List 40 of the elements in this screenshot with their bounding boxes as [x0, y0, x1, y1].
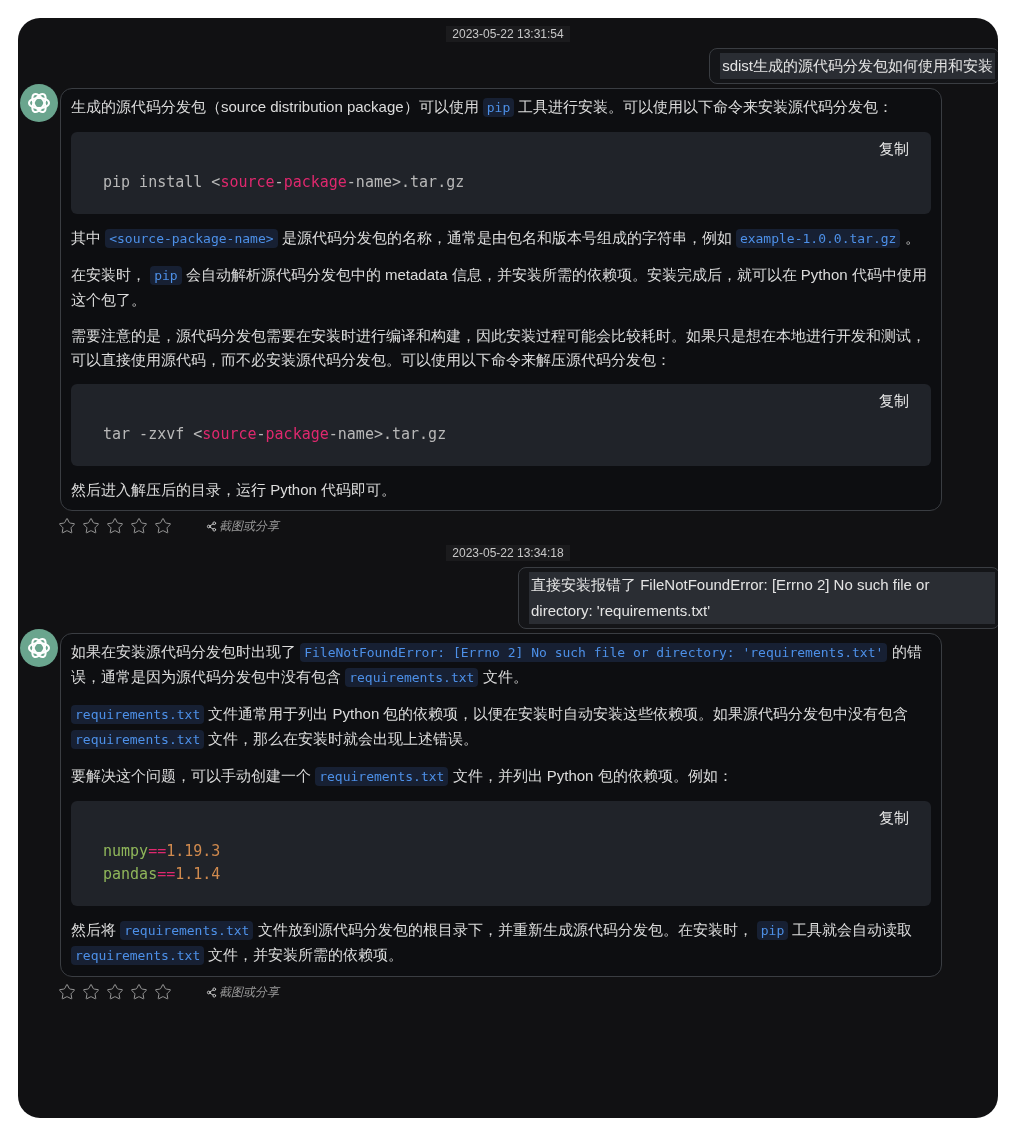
star-icon[interactable]: [106, 983, 124, 1001]
star-icon[interactable]: [58, 983, 76, 1001]
message-paragraph: 生成的源代码分发包（source distribution package）可以使用 pip 工具进行安装。可以使用以下命令来安装源代码分发包：: [71, 97, 895, 119]
star-icon[interactable]: [130, 517, 148, 535]
user-message-text: sdist生成的源代码分发包如何使用和安装: [720, 53, 995, 79]
star-icon[interactable]: [82, 517, 100, 535]
star-icon[interactable]: [154, 517, 172, 535]
assistant-avatar-icon: [20, 629, 58, 667]
share-link[interactable]: 截图或分享: [206, 517, 279, 535]
code-line: pandas==1.1.4: [103, 864, 222, 885]
timestamp: 2023-05-22 13:34:18: [446, 545, 570, 561]
user-message-text: 直接安装报错了 FileNotFoundError: [Errno 2] No such file or directory: 'requirements.txt': [529, 572, 995, 624]
share-icon: [206, 520, 217, 532]
copy-button[interactable]: 复制: [879, 140, 909, 159]
star-icon[interactable]: [154, 983, 172, 1001]
code-line: pip install <source-package-name>.tar.gz: [103, 172, 466, 193]
copy-button[interactable]: 复制: [879, 809, 909, 828]
share-link[interactable]: 截图或分享: [206, 983, 279, 1001]
share-label: 截图或分享: [219, 983, 279, 1001]
share-label: 截图或分享: [219, 517, 279, 535]
message-paragraph: requirements.txt 文件通常用于列出 Python 包的依赖项，以便在安装时自动安装这些依赖项。如果源代码分发包中没有包含 requirements.txt 文件，那么在安装时就会出现上述错误。: [71, 702, 931, 752]
star-rating[interactable]: [58, 517, 172, 535]
message-paragraph: 要解决这个问题，可以手动创建一个 requirements.txt 文件，并列出 Python 包的依赖项。例如：: [71, 766, 734, 788]
assistant-avatar-icon: [20, 84, 58, 122]
star-icon[interactable]: [106, 517, 124, 535]
code-line: numpy==1.19.3: [103, 841, 222, 862]
star-icon[interactable]: [82, 983, 100, 1001]
share-icon: [206, 986, 217, 998]
message-paragraph: 然后将 requirements.txt 文件放到源代码分发包的根目录下，并重新生成源代码分发包。在安装时， pip 工具就会自动读取 requirements.txt 文件，并安装所需的依赖项。: [71, 920, 914, 967]
timestamp: 2023-05-22 13:31:54: [446, 26, 570, 42]
star-icon[interactable]: [130, 983, 148, 1001]
message-paragraph: 如果在安装源代码分发包时出现了 FileNotFoundError: [Errno 2] No such file or directory: 'requirements.txt' 的错误，通常是因为源代码分发包中没有包含 requirements.txt 文件。: [71, 642, 923, 689]
message-paragraph: 需要注意的是，源代码分发包需要在安装时进行编译和构建，因此安装过程可能会比较耗时。如果只是想在本地进行开发和测试，可以直接使用源代码，而不必安装源代码分发包。可以使用以下命令来解压源代码分发包：: [71, 326, 927, 370]
star-rating[interactable]: [58, 983, 172, 1001]
message-paragraph: 然后进入解压后的目录，运行 Python 代码即可。: [71, 480, 398, 500]
message-paragraph: 在安装时， pip 会自动解析源代码分发包中的 metadata 信息，并安装所需的依赖项。安装完成后，就可以在 Python 代码中使用这个包了。: [71, 265, 928, 310]
message-paragraph: 其中 <source-package-name> 是源代码分发包的名称，通常是由包名和版本号组成的字符串，例如 example-1.0.0.tar.gz 。: [71, 228, 921, 250]
copy-button[interactable]: 复制: [879, 392, 909, 411]
star-icon[interactable]: [58, 517, 76, 535]
code-line: tar -zxvf <source-package-name>.tar.gz: [103, 424, 448, 445]
